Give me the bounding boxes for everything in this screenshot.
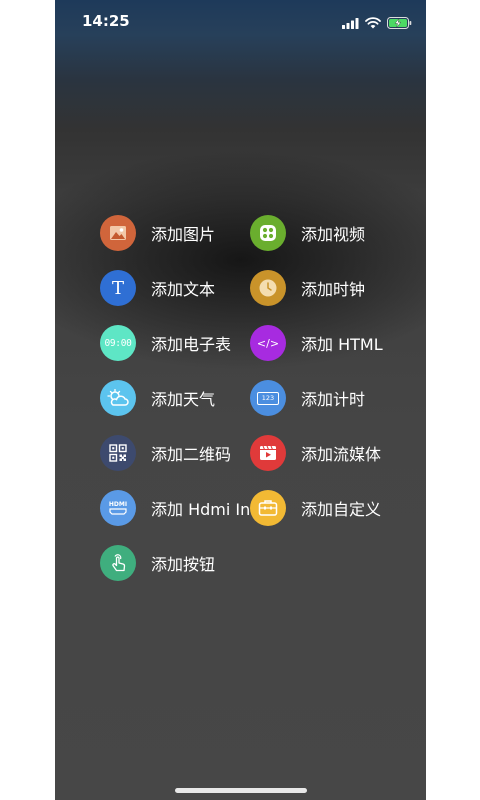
add-html-label: 添加 HTML [301,335,383,354]
phone-screen: 14:25 添加图片 T 添加文本 09:00 添加电子表 添加天气 添加二维码… [55,0,426,800]
streaming-icon [250,435,286,471]
add-button-item[interactable]: 添加按钮 [100,545,215,581]
code-icon: </> [250,325,286,361]
home-indicator[interactable] [175,788,307,793]
add-stream-label: 添加流媒体 [301,445,382,464]
wifi-icon [365,14,381,33]
add-text-item[interactable]: T 添加文本 [100,270,215,306]
add-custom-item[interactable]: 添加自定义 [250,490,381,526]
add-weather-label: 添加天气 [151,390,216,409]
add-digital-clock-item[interactable]: 09:00 添加电子表 [100,325,231,361]
text-icon: T [100,270,136,306]
toolbox-icon [250,490,286,526]
add-video-item[interactable]: 添加视频 [250,215,365,251]
battery-charging-icon [387,14,412,33]
add-hdmi-in-item[interactable]: HDMI 添加 Hdmi In [100,490,250,526]
hdmi-icon: HDMI [100,490,136,526]
status-time: 14:25 [82,12,130,30]
add-stream-item[interactable]: 添加流媒体 [250,435,381,471]
add-button-label: 添加按钮 [151,555,216,574]
add-html-item[interactable]: </> 添加 HTML [250,325,383,361]
status-icons [342,14,412,33]
add-qrcode-label: 添加二维码 [151,445,232,464]
add-image-label: 添加图片 [151,225,216,244]
add-qrcode-item[interactable]: 添加二维码 [100,435,231,471]
video-icon [250,215,286,251]
add-timer-label: 添加计时 [301,390,366,409]
add-clock-item[interactable]: 添加时钟 [250,270,365,306]
add-video-label: 添加视频 [301,225,366,244]
add-hdmi-in-label: 添加 Hdmi In [151,500,251,519]
analog-clock-icon [250,270,286,306]
image-icon [100,215,136,251]
add-digital-clock-label: 添加电子表 [151,335,232,354]
touch-button-icon [100,545,136,581]
qrcode-icon [100,435,136,471]
add-custom-label: 添加自定义 [301,500,382,519]
add-text-label: 添加文本 [151,280,216,299]
timer-icon: 123 [250,380,286,416]
add-image-item[interactable]: 添加图片 [100,215,215,251]
cellular-signal-icon [342,14,359,33]
digital-clock-icon: 09:00 [100,325,136,361]
weather-icon [100,380,136,416]
add-clock-label: 添加时钟 [301,280,366,299]
add-weather-item[interactable]: 添加天气 [100,380,215,416]
add-timer-item[interactable]: 123 添加计时 [250,380,365,416]
status-bar: 14:25 [55,0,426,44]
